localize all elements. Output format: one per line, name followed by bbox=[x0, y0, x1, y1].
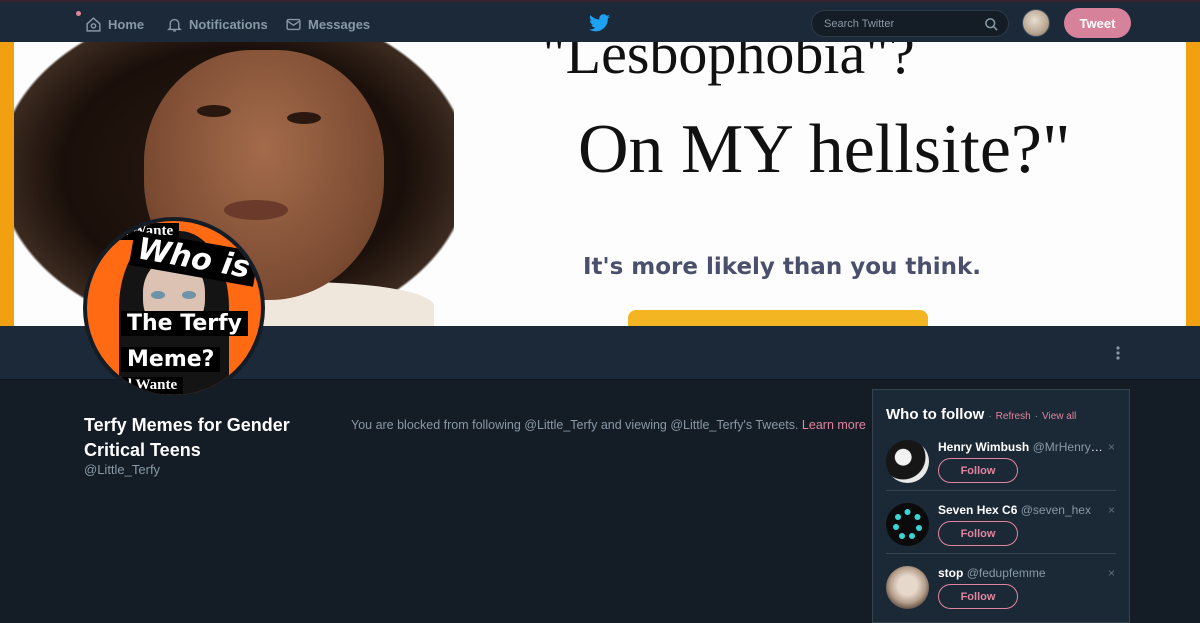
follow-button[interactable]: Follow bbox=[938, 458, 1018, 483]
nav-notifications[interactable]: Notifications bbox=[166, 14, 268, 34]
suggestion-name-line[interactable]: Seven Hex C6 @seven_hex bbox=[938, 503, 1103, 517]
banner-eye-right bbox=[287, 112, 321, 124]
refresh-link[interactable]: Refresh bbox=[996, 411, 1031, 422]
blocked-notice-text: You are blocked from following @Little_T… bbox=[351, 418, 799, 432]
follow-button[interactable]: Follow bbox=[938, 584, 1018, 609]
profile-display-name: Terfy Memes for Gender Critical Teens bbox=[84, 415, 290, 460]
avatar-text-meme: Meme? bbox=[121, 347, 221, 372]
suggestion-name-line[interactable]: Henry Wimbush @MrHenryWimbush bbox=[938, 440, 1103, 454]
bell-icon bbox=[167, 18, 182, 32]
banner-lips bbox=[224, 200, 288, 220]
suggestion-name: Seven Hex C6 bbox=[938, 503, 1018, 517]
follow-button[interactable]: Follow bbox=[938, 521, 1018, 546]
nav-home[interactable]: Home bbox=[85, 14, 144, 34]
row-divider bbox=[886, 490, 1116, 491]
header-separator: · bbox=[1034, 411, 1039, 422]
suggestion-name: Henry Wimbush bbox=[938, 440, 1030, 454]
blocked-notice: You are blocked from following @Little_T… bbox=[351, 418, 866, 432]
follow-suggestion: Henry Wimbush @MrHenryWimbush × Follow bbox=[873, 440, 1129, 503]
suggestion-avatar[interactable] bbox=[886, 440, 929, 483]
suggestion-name: stop bbox=[938, 566, 964, 580]
who-to-follow-header: Who to follow · Refresh · View all bbox=[886, 406, 1076, 423]
home-unread-dot bbox=[76, 11, 81, 16]
suggestion-avatar[interactable] bbox=[886, 566, 929, 609]
dismiss-suggestion-icon[interactable]: × bbox=[1108, 440, 1115, 454]
avatar-eye-right bbox=[182, 291, 196, 299]
header-separator: · bbox=[988, 411, 992, 422]
suggestion-handle: @seven_hex bbox=[1020, 503, 1091, 517]
suggestion-name-line[interactable]: stop @fedupfemme bbox=[938, 566, 1103, 580]
suggestion-handle: @MrHenryWimbush bbox=[1032, 440, 1103, 454]
profile-avatar-image: ed Wante Who is The Terfy Meme? ed Wante bbox=[87, 221, 261, 395]
dots-ring-icon bbox=[893, 509, 922, 539]
banner-text-line2: On MY hellsite?" bbox=[578, 111, 1071, 188]
follow-suggestion: Seven Hex C6 @seven_hex × Follow bbox=[873, 503, 1129, 566]
banner-text-line3: It's more likely than you think. bbox=[583, 254, 982, 280]
dismiss-suggestion-icon[interactable]: × bbox=[1108, 503, 1115, 517]
row-divider bbox=[886, 553, 1116, 554]
search-input[interactable] bbox=[824, 16, 974, 32]
avatar-eye-left bbox=[151, 291, 165, 299]
top-navigation-bar: Home Notifications Messages Tweet bbox=[0, 0, 1200, 42]
home-icon bbox=[86, 16, 101, 32]
avatar-text-wanted-bottom: ed Wante bbox=[111, 377, 184, 394]
banner-eye-left bbox=[197, 105, 231, 117]
nav-messages[interactable]: Messages bbox=[285, 14, 370, 34]
nav-messages-label: Messages bbox=[308, 16, 371, 32]
learn-more-link[interactable]: Learn more bbox=[802, 418, 866, 432]
banner-cta-shape bbox=[628, 310, 928, 326]
suggestion-handle: @fedupfemme bbox=[966, 566, 1046, 580]
banner-text-line1: "Lesbophobia"? bbox=[542, 42, 915, 86]
account-avatar[interactable] bbox=[1022, 9, 1050, 37]
suggestion-avatar[interactable] bbox=[886, 503, 929, 546]
avatar-text-the-terfy: The Terfy bbox=[121, 311, 249, 336]
envelope-icon bbox=[286, 18, 301, 30]
dismiss-suggestion-icon[interactable]: × bbox=[1108, 566, 1115, 580]
more-options-icon[interactable] bbox=[1112, 345, 1124, 361]
profile-handle[interactable]: @Little_Terfy bbox=[84, 462, 160, 477]
profile-avatar[interactable]: ed Wante Who is The Terfy Meme? ed Wante bbox=[83, 217, 265, 399]
who-to-follow-panel: Who to follow · Refresh · View all Henry… bbox=[872, 389, 1130, 623]
twitter-bird-icon[interactable] bbox=[589, 14, 610, 32]
search-icon[interactable] bbox=[984, 17, 999, 32]
follow-suggestion: stop @fedupfemme × Follow bbox=[873, 566, 1129, 623]
tweet-button[interactable]: Tweet bbox=[1064, 8, 1131, 38]
nav-home-label: Home bbox=[108, 16, 145, 32]
view-all-link[interactable]: View all bbox=[1042, 411, 1076, 422]
nav-notifications-label: Notifications bbox=[189, 16, 268, 32]
search-box[interactable] bbox=[811, 10, 1009, 37]
who-to-follow-title: Who to follow bbox=[886, 406, 985, 423]
